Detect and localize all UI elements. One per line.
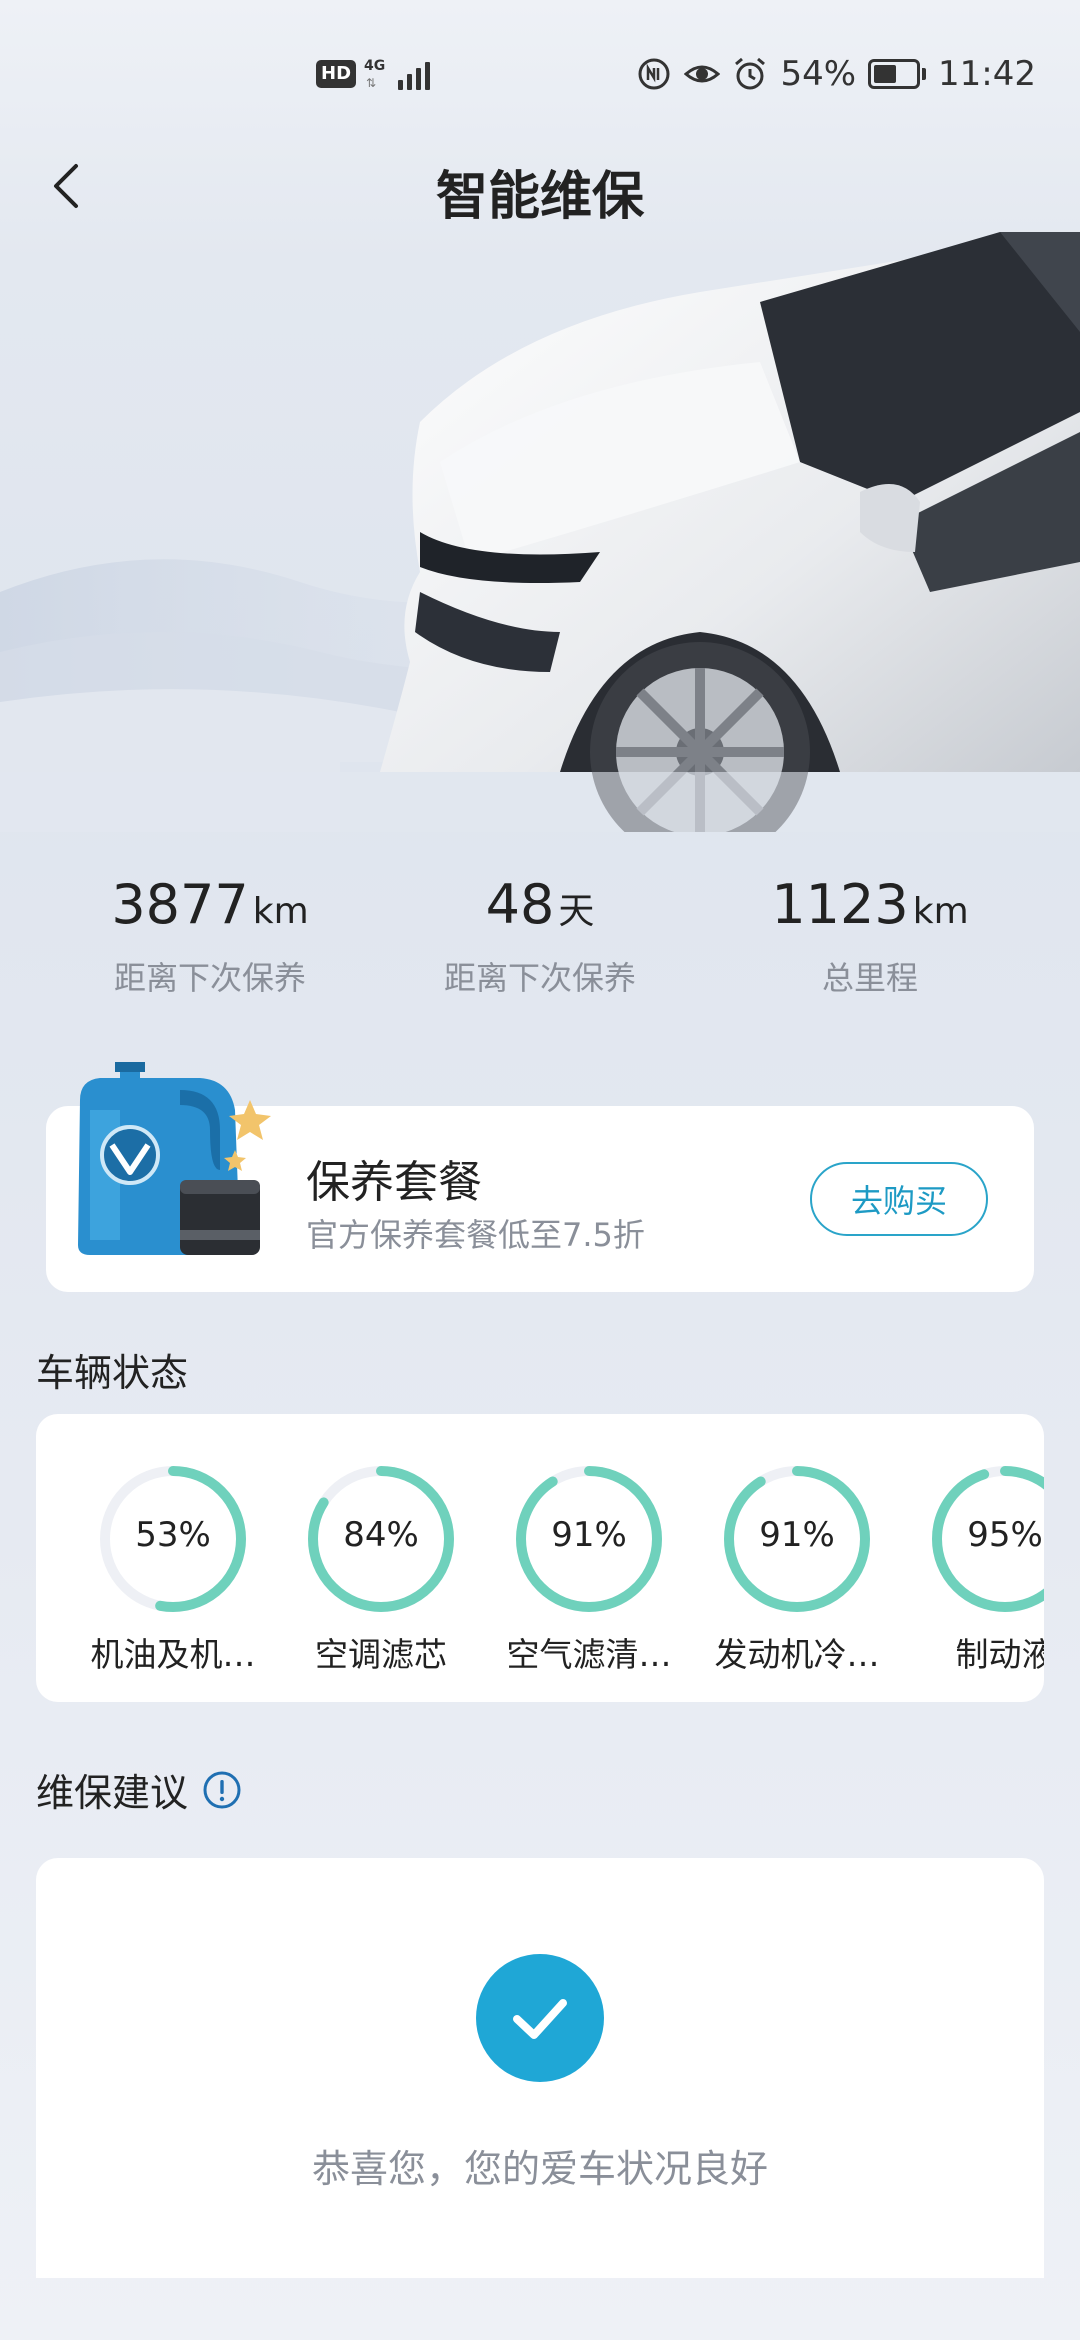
package-subtitle: 官方保养套餐低至7.5折: [306, 1216, 645, 1254]
gauge-label: 制动液: [955, 1635, 1045, 1674]
gauge-value: 84%: [343, 1515, 419, 1555]
stat-label: 距离下次保养: [443, 959, 636, 997]
nfc-icon: [638, 58, 670, 90]
eye-icon: [684, 65, 721, 83]
status-left: HD 4G ⇅: [316, 58, 431, 90]
stat-next-service-distance: 3877 km 距离下次保养: [45, 870, 375, 999]
section-title-advice: 维保建议: [36, 1762, 242, 1817]
stat-value: 48: [485, 873, 555, 936]
gauge-value: 53%: [135, 1515, 211, 1555]
advice-panel: 恭喜您，您的爱车状况良好: [36, 1858, 1044, 2278]
buy-button[interactable]: 去购买: [810, 1162, 988, 1236]
gauge-label: 空调滤芯: [315, 1635, 447, 1674]
info-icon[interactable]: [202, 1770, 242, 1810]
gauge-label: 空气滤清…: [506, 1635, 672, 1674]
gauge-value: 91%: [551, 1515, 627, 1555]
stat-total-mileage: 1123 km 总里程: [705, 870, 1035, 999]
header: 智能维保: [0, 140, 1080, 230]
stat-value: 1123: [771, 873, 909, 936]
advice-message: 恭喜您，您的爱车状况良好: [311, 2147, 768, 2191]
maintenance-stats: 3877 km 距离下次保养 48 天 距离下次保养 1123 km 总里程: [0, 870, 1080, 1010]
gauge-value: 95%: [967, 1515, 1043, 1555]
gauge-engine-coolant[interactable]: 91% 发动机冷…: [707, 1464, 887, 1676]
vehicle-status-panel[interactable]: 53% 机油及机… 84% 空调滤芯 91% 空气滤清… 91% 发动机冷… 9…: [36, 1414, 1044, 1702]
data-arrows-icon: ⇅: [366, 76, 377, 90]
gauge-value: 91%: [759, 1515, 835, 1555]
stat-unit: 天: [558, 891, 595, 932]
gauge-brake-fluid[interactable]: 95% 制动液: [915, 1464, 1044, 1676]
alarm-icon: [735, 57, 766, 90]
gauge-label: 发动机冷…: [714, 1635, 880, 1674]
stat-unit: km: [252, 891, 309, 932]
battery-icon: [868, 59, 927, 89]
gauge-air-filter[interactable]: 91% 空气滤清…: [499, 1464, 679, 1676]
check-icon: [476, 1954, 604, 2082]
car-hero-image: [0, 232, 1080, 832]
stat-label: 总里程: [821, 959, 918, 997]
network-indicator: 4G ⇅: [364, 58, 390, 90]
stat-next-service-days: 48 天 距离下次保养: [375, 870, 705, 999]
package-title: 保养套餐: [306, 1157, 482, 1208]
stat-unit: km: [912, 891, 969, 932]
gauge-engine-oil[interactable]: 53% 机油及机…: [83, 1464, 263, 1676]
battery-percent: 54%: [780, 54, 857, 94]
status-right: 54% 11:42: [636, 54, 1036, 94]
section-title-vehicle-status: 车辆状态: [36, 1351, 189, 1395]
page-title: 智能维保: [435, 167, 644, 227]
advice-title: 维保建议: [36, 1771, 189, 1815]
network-type: 4G: [364, 58, 386, 74]
stat-label: 距离下次保养: [113, 959, 306, 997]
status-bar: HD 4G ⇅ 54% 11:42: [0, 0, 1080, 150]
gauge-ac-filter[interactable]: 84% 空调滤芯: [291, 1464, 471, 1676]
clock: 11:42: [938, 54, 1036, 94]
stat-value: 3877: [111, 873, 249, 936]
signal-icon: [398, 58, 431, 90]
hd-badge: HD: [316, 60, 357, 88]
gauge-label: 机油及机…: [90, 1635, 256, 1674]
oil-can-icon: [78, 1062, 271, 1255]
